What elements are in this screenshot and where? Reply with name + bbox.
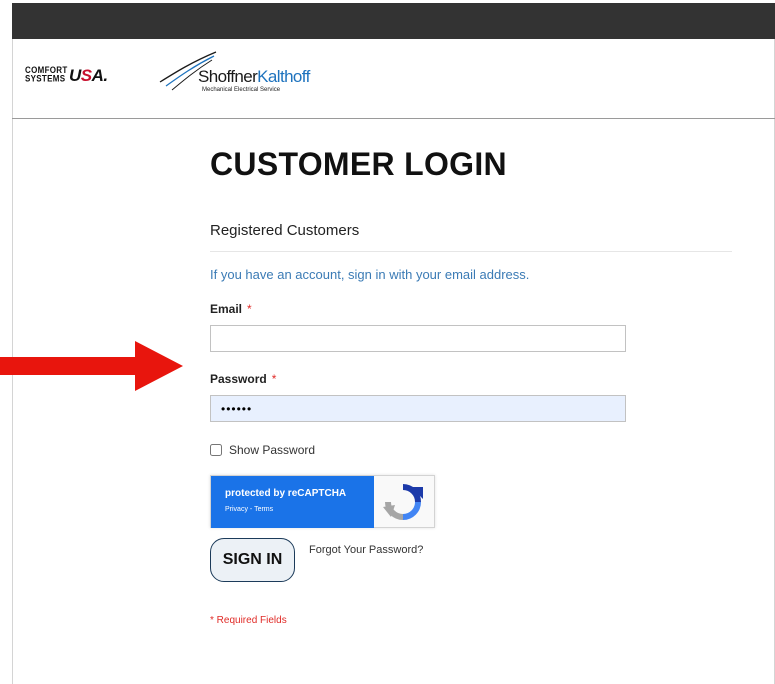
email-input[interactable] [210,325,626,352]
password-required-mark: * [271,372,277,386]
recaptcha-protected-text: protected by reCAPTCHA [225,488,347,499]
required-fields-note: * Required Fields [210,615,287,626]
password-input[interactable] [210,395,626,422]
recaptcha-logo-icon [383,484,423,520]
shoffner-kalthoff-logo[interactable]: ShoffnerKalthoff Mechanical Electrical S… [158,50,338,98]
password-label: Password * [210,372,277,386]
recaptcha-links: Privacy - Terms [225,506,274,513]
sk-logo-subtitle: Mechanical Electrical Service [202,87,281,93]
sign-in-button[interactable]: SIGN IN [210,538,295,582]
red-arrow-icon [0,341,183,391]
recaptcha-widget[interactable]: protected by reCAPTCHA Privacy - Terms [210,475,435,528]
comfort-systems-usa-logo[interactable]: COMFORT SYSTEMS USA. [25,66,155,86]
section-title: Registered Customers [210,222,360,239]
header-divider [12,118,775,119]
csusa-big-text: USA. [69,66,108,85]
recaptcha-terms-link[interactable]: Terms [254,506,273,513]
show-password-checkbox[interactable] [210,444,222,456]
section-divider [210,251,732,252]
top-bar [12,3,775,39]
email-label: Email * [210,302,252,316]
email-required-mark: * [247,302,252,316]
csusa-small-text: COMFORT SYSTEMS [25,65,68,84]
forgot-password-link[interactable]: Forgot Your Password? [309,544,423,556]
page-title: CUSTOMER LOGIN [210,146,507,182]
sk-logo-name: ShoffnerKalthoff [198,67,310,86]
show-password-option[interactable]: Show Password [210,443,315,457]
intro-text: If you have an account, sign in with you… [210,267,530,282]
recaptcha-badge: protected by reCAPTCHA Privacy - Terms [211,476,374,528]
recaptcha-privacy-link[interactable]: Privacy [225,506,248,513]
show-password-label: Show Password [229,443,316,457]
